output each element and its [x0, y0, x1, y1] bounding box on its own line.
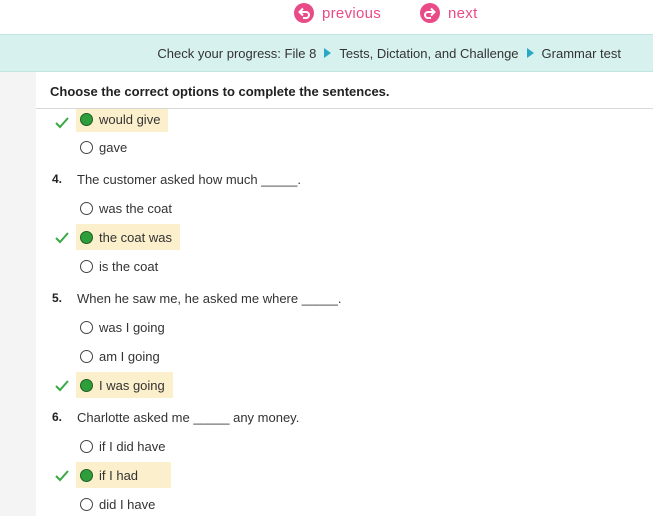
next-icon: [420, 3, 440, 23]
question-number: 6.: [52, 410, 63, 424]
breadcrumb-arrow-icon: [324, 48, 332, 58]
option-did-i-have[interactable]: did I have: [76, 491, 163, 516]
previous-icon: [294, 3, 314, 23]
option-label: was I going: [99, 319, 165, 335]
option-the-coat-was[interactable]: the coat was: [76, 224, 180, 250]
option-would-give[interactable]: would give: [76, 109, 169, 132]
breadcrumb-item-file[interactable]: Check your progress: File 8: [157, 46, 316, 61]
check-icon: [55, 470, 69, 482]
check-icon: [55, 232, 69, 244]
radio-icon[interactable]: [80, 259, 93, 273]
breadcrumb-bar: Check your progress: File 8 Tests, Dicta…: [0, 34, 653, 72]
question-list[interactable]: would give gave 4. The customer asked ho…: [36, 109, 653, 516]
question-number: 5.: [52, 291, 63, 305]
top-nav: previous next: [0, 0, 653, 34]
option-label: I was going: [99, 377, 165, 393]
option-label: did I have: [99, 496, 156, 512]
option-was-i-going[interactable]: was I going: [76, 314, 173, 340]
option-label: am I going: [99, 348, 160, 364]
radio-selected-icon[interactable]: [80, 468, 93, 482]
next-button[interactable]: next: [420, 2, 478, 24]
question-number: 4.: [52, 172, 63, 186]
previous-label: previous: [322, 4, 382, 22]
next-label: next: [448, 4, 478, 22]
radio-selected-icon[interactable]: [80, 230, 93, 244]
option-label: gave: [99, 139, 128, 155]
question-text: When he saw me, he asked me where _____.: [77, 291, 342, 306]
question-text: The customer asked how much _____.: [77, 172, 302, 187]
question-text: Charlotte asked me _____ any money.: [77, 410, 300, 425]
breadcrumb: Check your progress: File 8 Tests, Dicta…: [157, 35, 621, 71]
radio-icon[interactable]: [80, 140, 93, 154]
option-is-the-coat[interactable]: is the coat: [76, 253, 166, 279]
radio-icon[interactable]: [80, 439, 93, 453]
option-label: would give: [99, 111, 161, 127]
radio-icon[interactable]: [80, 349, 93, 363]
option-label: was the coat: [99, 200, 172, 216]
option-i-was-going[interactable]: I was going: [76, 372, 173, 398]
breadcrumb-item-tests[interactable]: Tests, Dictation, and Challenge: [339, 46, 518, 61]
option-label: the coat was: [99, 229, 172, 245]
option-was-the-coat[interactable]: was the coat: [76, 195, 180, 221]
option-if-i-had[interactable]: if I had: [76, 462, 171, 488]
option-if-i-did-have[interactable]: if I did have: [76, 433, 174, 459]
radio-selected-icon[interactable]: [80, 112, 93, 126]
option-label: if I did have: [99, 438, 166, 454]
instructions: Choose the correct options to complete t…: [50, 84, 390, 99]
option-gave[interactable]: gave: [76, 134, 135, 160]
option-am-i-going[interactable]: am I going: [76, 343, 168, 369]
radio-icon[interactable]: [80, 320, 93, 334]
option-label: is the coat: [99, 258, 159, 274]
radio-selected-icon[interactable]: [80, 378, 93, 392]
breadcrumb-item-grammar-test[interactable]: Grammar test: [542, 46, 621, 61]
previous-button[interactable]: previous: [294, 2, 381, 24]
check-icon: [55, 117, 69, 129]
breadcrumb-arrow-icon: [526, 48, 534, 58]
check-icon: [55, 380, 69, 392]
radio-icon[interactable]: [80, 497, 93, 511]
left-margin: [0, 72, 36, 516]
radio-icon[interactable]: [80, 201, 93, 215]
option-label: if I had: [99, 467, 139, 483]
